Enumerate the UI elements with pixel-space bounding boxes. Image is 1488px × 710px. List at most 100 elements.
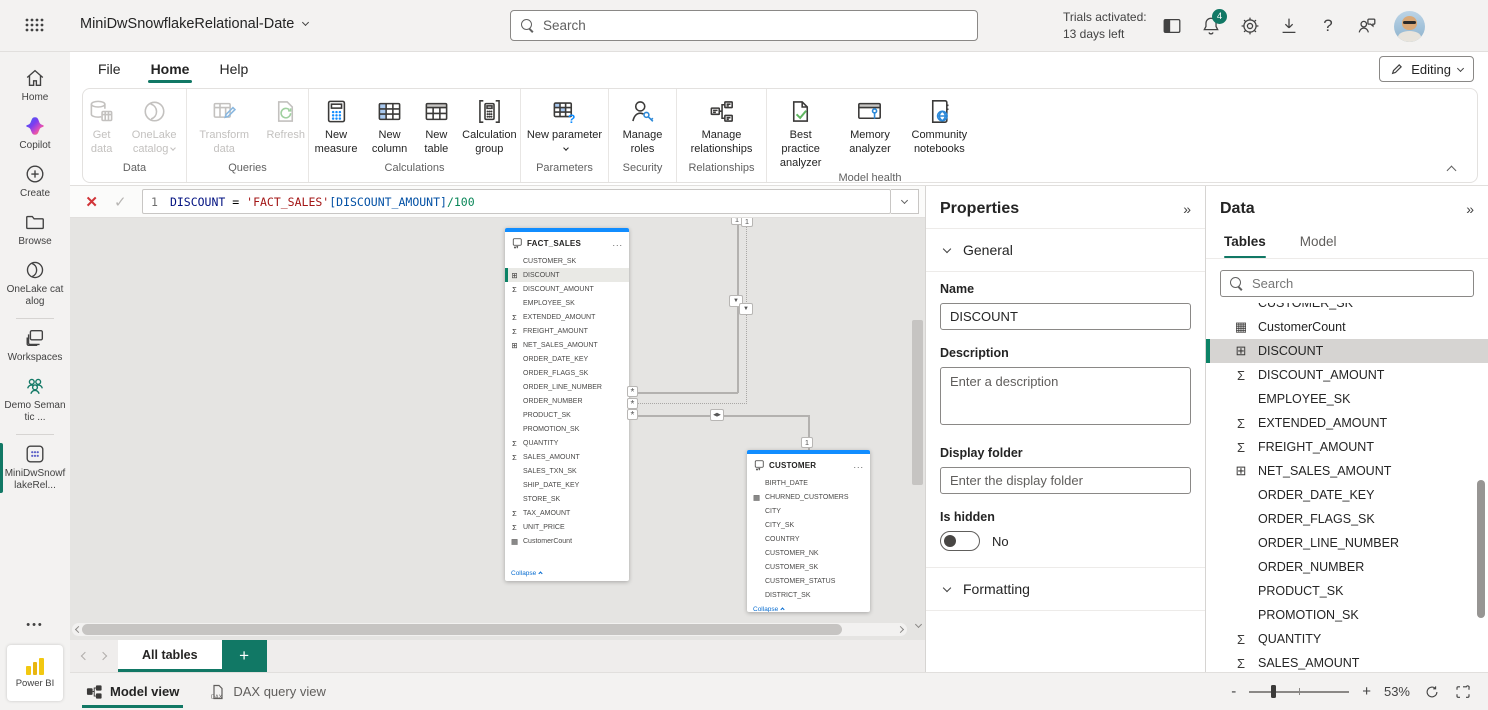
sidebar-item[interactable]: Copilot (0, 110, 70, 158)
app-launcher-icon[interactable] (25, 18, 44, 32)
sidebar-item[interactable]: Home (0, 62, 70, 110)
fit-to-screen-icon[interactable] (1454, 683, 1472, 701)
table-field[interactable]: DISCOUNT_AMOUNT (505, 282, 629, 296)
sidebar-item[interactable]: Demo Semantic ... (0, 370, 70, 430)
side-panel-toggle-icon[interactable] (1160, 14, 1184, 38)
editing-mode-button[interactable]: Editing (1379, 56, 1474, 82)
ribbon-button[interactable]: Community notebooks (906, 96, 973, 159)
ribbon-tab[interactable]: File (98, 52, 121, 86)
table-field[interactable]: CITY_SK (747, 518, 870, 532)
table-field[interactable]: UNIT_PRICE (505, 520, 629, 534)
table-field[interactable]: FREIGHT_AMOUNT (505, 324, 629, 338)
zoom-out-button[interactable]: - (1231, 683, 1236, 700)
ribbon-button[interactable]: Memory analyzer (836, 96, 903, 159)
ribbon-tab[interactable]: Help (219, 52, 248, 86)
ribbon-button[interactable]: New measure (309, 96, 363, 159)
canvas-vertical-scrollbar[interactable] (911, 220, 924, 614)
data-panel-tab[interactable]: Model (1300, 234, 1337, 258)
download-icon[interactable] (1277, 14, 1301, 38)
ribbon-tab[interactable]: Home (151, 52, 190, 86)
data-field-row[interactable]: PROMOTION_SK (1206, 603, 1488, 627)
data-panel-scrollbar[interactable] (1477, 480, 1485, 618)
relationship-line-inactive[interactable] (633, 403, 747, 404)
display-folder-input[interactable] (940, 467, 1191, 494)
layout-tab-all-tables[interactable]: All tables (118, 640, 222, 672)
data-field-row[interactable]: SALES_AMOUNT (1206, 651, 1488, 672)
ribbon-button[interactable]: Best practice analyzer (767, 96, 834, 172)
data-field-row[interactable]: ORDER_DATE_KEY (1206, 483, 1488, 507)
data-field-row[interactable]: ORDER_LINE_NUMBER (1206, 531, 1488, 555)
data-field-row[interactable]: CustomerCount (1206, 315, 1488, 339)
data-field-row[interactable]: QUANTITY (1206, 627, 1488, 651)
ribbon-button[interactable]: Manage roles (609, 96, 676, 159)
ribbon-button[interactable]: Transform data (187, 96, 261, 159)
sidebar-item[interactable]: OneLake catalog (0, 254, 70, 314)
zoom-in-button[interactable]: + (1362, 683, 1371, 700)
formula-commit-icon[interactable]: ✓ (114, 193, 127, 211)
relationship-line[interactable] (633, 392, 738, 394)
table-field[interactable]: CustomerCount (505, 534, 629, 548)
data-search-input[interactable] (1252, 276, 1464, 291)
table-field[interactable]: CUSTOMER_SK (747, 560, 870, 574)
model-table-customer[interactable]: CUSTOMER ... BIRTH_DATE CHURNED_CUSTOMER… (747, 450, 870, 612)
ribbon-button[interactable]: Manage relationships (680, 96, 764, 159)
panel-collapse-icon[interactable]: » (1183, 201, 1191, 217)
data-field-row[interactable]: EXTENDED_AMOUNT (1206, 411, 1488, 435)
scroll-down-icon[interactable] (916, 614, 921, 632)
table-field[interactable]: PROMOTION_SK (505, 422, 629, 436)
ribbon-button[interactable]: New parameter (523, 96, 607, 159)
table-field[interactable]: ORDER_NUMBER (505, 394, 629, 408)
table-field[interactable]: STORE_SK (505, 492, 629, 506)
table-field[interactable]: DISCOUNT (505, 268, 629, 282)
data-field-row[interactable]: EMPLOYEE_SK (1206, 387, 1488, 411)
search-input[interactable] (543, 18, 967, 33)
sidebar-item[interactable]: Workspaces (0, 322, 70, 370)
table-field[interactable]: SALES_AMOUNT (505, 450, 629, 464)
formula-input[interactable]: 1DISCOUNT = 'FACT_SALES'[DISCOUNT_AMOUNT… (142, 189, 891, 214)
user-avatar[interactable] (1394, 11, 1425, 42)
name-input[interactable] (940, 303, 1191, 330)
notifications-bell-icon[interactable]: 4 (1199, 14, 1223, 38)
zoom-slider[interactable] (1249, 691, 1349, 693)
data-field-row[interactable]: FREIGHT_AMOUNT (1206, 435, 1488, 459)
settings-gear-icon[interactable] (1238, 14, 1262, 38)
sidebar-item[interactable]: MiniDwSnowflakeRel... (0, 438, 70, 498)
table-field[interactable]: COUNTRY (747, 532, 870, 546)
table-field[interactable]: CUSTOMER_STATUS (747, 574, 870, 588)
data-field-row[interactable]: PRODUCT_SK (1206, 579, 1488, 603)
ribbon-button[interactable]: Refresh (263, 96, 308, 145)
data-field-row[interactable]: DISCOUNT_AMOUNT (1206, 363, 1488, 387)
table-field[interactable]: CHURNED_CUSTOMERS (747, 490, 870, 504)
table-field[interactable]: ORDER_LINE_NUMBER (505, 380, 629, 394)
ribbon-button[interactable]: New column (365, 96, 414, 159)
canvas-horizontal-scrollbar[interactable] (72, 623, 907, 636)
data-field-row[interactable]: ORDER_NUMBER (1206, 555, 1488, 579)
ribbon-collapse-icon[interactable] (1447, 166, 1457, 176)
add-layout-button[interactable]: + (222, 640, 267, 672)
reset-zoom-icon[interactable] (1423, 683, 1441, 701)
ribbon-button[interactable]: OneLake catalog (122, 96, 186, 159)
app-title-menu[interactable]: MiniDwSnowflakeRelational-Date (80, 16, 308, 32)
zoom-slider-thumb[interactable] (1271, 685, 1276, 698)
is-hidden-toggle[interactable] (940, 531, 980, 551)
model-view-tab[interactable]: Model view (86, 673, 179, 710)
data-field-row[interactable]: DISCOUNT (1206, 339, 1488, 363)
section-general[interactable]: General (938, 229, 1193, 271)
scroll-right-icon[interactable] (897, 626, 904, 633)
table-field[interactable]: CUSTOMER_NK (747, 546, 870, 560)
section-formatting[interactable]: Formatting (938, 568, 1193, 610)
model-diagram-canvas[interactable]: * * * ▼ ▼ ◀▶ 1 1 1 FACT_SALES ... CUSTOM… (70, 218, 925, 640)
table-field[interactable]: TAX_AMOUNT (505, 506, 629, 520)
layout-prev-icon[interactable] (81, 652, 89, 660)
layout-next-icon[interactable] (99, 652, 107, 660)
help-icon[interactable]: ? (1316, 14, 1340, 38)
powerbi-app-card[interactable]: Power BI (7, 645, 63, 701)
table-field[interactable]: CITY (747, 504, 870, 518)
table-field[interactable]: QUANTITY (505, 436, 629, 450)
formula-cancel-icon[interactable]: ✕ (85, 193, 98, 211)
model-table-fact-sales[interactable]: FACT_SALES ... CUSTOMER_SK DISCOUNT (505, 228, 629, 581)
table-field[interactable]: ORDER_FLAGS_SK (505, 366, 629, 380)
panel-collapse-icon[interactable]: » (1466, 201, 1474, 217)
table-field[interactable]: PRODUCT_SK (505, 408, 629, 422)
description-input[interactable] (940, 367, 1191, 425)
